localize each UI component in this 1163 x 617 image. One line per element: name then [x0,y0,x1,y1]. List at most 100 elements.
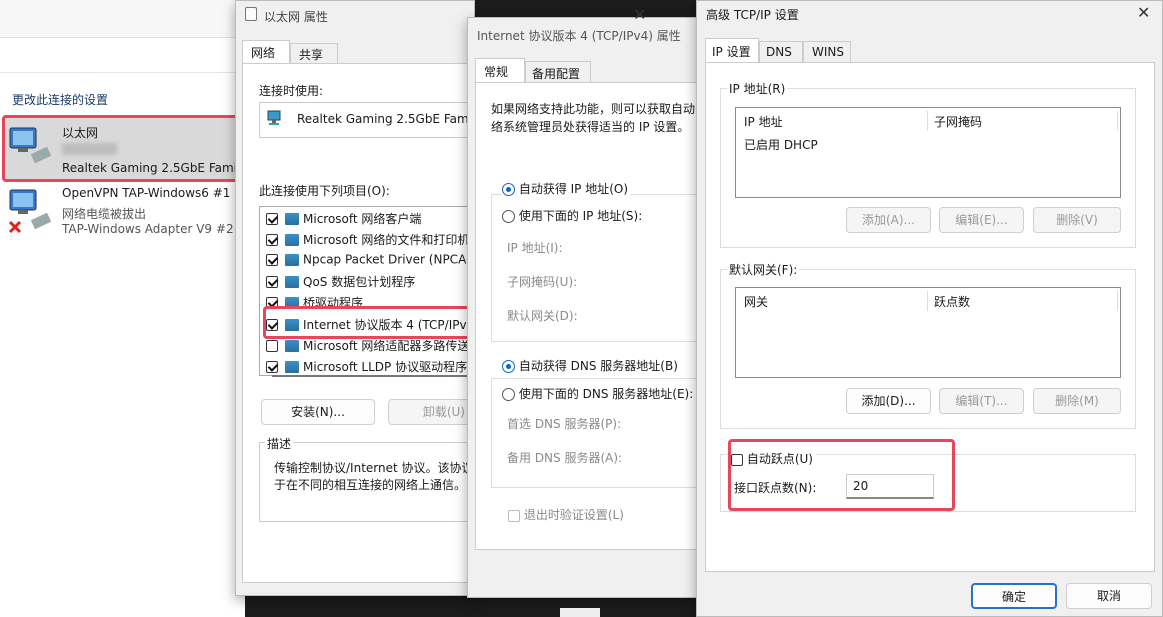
checkbox-icon[interactable] [266,360,278,373]
description-text: 于在不同的相互连接的网络上通信。 [274,478,467,492]
list-item-label: Npcap Packet Driver (NPCAP) [303,252,469,267]
dialog-title: 以太网 属性 [264,10,328,24]
auto-ip-radio[interactable]: 自动获得 IP 地址(O) [502,180,632,197]
auto-dns-radio[interactable]: 自动获得 DNS 服务器地址(B) [502,357,681,374]
uninstall-button[interactable]: 卸载(U) [388,399,476,425]
subnet-mask-label: 子网掩码(U): [507,275,578,289]
edit-ip-button[interactable]: 编辑(E)... [939,207,1024,233]
list-item[interactable]: Microsoft LLDP 协议驱动程序 [266,358,469,376]
gateway-group-title: 默认网关(F): [727,261,800,278]
checkbox-icon[interactable] [266,253,278,266]
list-item[interactable]: Microsoft 网络适配器多路传送 [266,337,469,355]
ok-button[interactable]: 确定 [971,583,1057,609]
column-header-metric[interactable]: 跃点数 [934,293,970,310]
network-component-icon [285,253,299,266]
connection-status-blurred [62,143,117,155]
taskbar-fragment [560,608,600,617]
alternate-dns-label: 备用 DNS 服务器(A): [507,451,623,465]
checkbox-icon [508,509,520,522]
connection-adapter: TAP-Windows Adapter V9 #2 [62,222,234,236]
checkbox-icon[interactable] [266,233,278,246]
add-gateway-button[interactable]: 添加(D)... [846,388,931,414]
tab-network[interactable]: 网络 [242,40,290,64]
radio-selected-icon [502,360,515,373]
column-divider [927,291,928,311]
description-text: 传输控制协议/Internet 协议。该协议 [274,461,474,475]
list-item-label: Microsoft 网络适配器多路传送 [303,339,469,353]
tab-ip-settings[interactable]: IP 设置 [705,38,759,63]
close-icon[interactable]: ✕ [1137,3,1150,22]
manual-ip-label: 使用下面的 IP 地址(S): [518,209,643,223]
edit-gateway-button[interactable]: 编辑(T)... [939,388,1024,414]
checkbox-icon[interactable] [266,275,278,288]
intro-text: 络系统管理员处获得适当的 IP 设置。 [491,120,690,134]
network-component-icon [285,339,299,352]
network-component-icon [285,275,299,288]
ethernet-properties-dialog: 以太网 属性 网络 共享 连接时使用: Realtek Gaming 2.5Gb… [235,0,476,596]
items-label: 此连接使用下列项目(O): [259,184,390,198]
adapter-icon [267,110,283,125]
toolbar-divider [0,72,245,73]
connection-status: 网络电缆被拔出 [62,207,147,221]
column-divider [927,111,928,131]
dialog-title: Internet 协议版本 4 (TCP/IPv4) 属性 [477,29,681,43]
checkbox-icon[interactable] [266,339,278,352]
install-button[interactable]: 安装(N)... [261,399,375,425]
manual-dns-radio[interactable]: 使用下面的 DNS 服务器地址(E): [502,385,697,402]
radio-icon [502,388,515,401]
network-component-icon [285,360,299,373]
cancel-button[interactable]: 取消 [1066,583,1152,609]
remove-gateway-button[interactable]: 删除(M) [1033,388,1121,414]
tab-dns[interactable]: DNS [759,41,803,63]
list-item-label: Microsoft 网络的文件和打印机 [303,233,469,247]
table-row[interactable]: 已启用 DHCP [744,136,818,153]
advanced-tcpip-dialog: 高级 TCP/IP 设置 ✕ IP 设置 DNS WINS IP 地址(R) I… [696,0,1163,617]
column-divider [1117,291,1118,311]
tab-sharing[interactable]: 共享 [290,43,338,64]
list-item[interactable]: Microsoft 网络客户端 [266,210,469,228]
manual-ip-radio[interactable]: 使用下面的 IP 地址(S): [502,207,646,224]
gateway-list[interactable] [735,287,1121,378]
intro-text: 如果网络支持此功能，则可以获取自动 [491,102,696,116]
connection-name: OpenVPN TAP-Windows6 #1 [62,186,231,200]
tab-wins[interactable]: WINS [803,41,851,63]
column-header-gateway[interactable]: 网关 [744,293,768,310]
list-item-label: Microsoft 网络客户端 [303,212,422,226]
close-icon[interactable]: ✕ [633,5,646,24]
ethernet-title-icon [245,7,257,21]
metric-highlight [728,439,955,511]
network-adapter-icon [8,124,54,168]
preferred-dns-label: 首选 DNS 服务器(P): [507,417,622,431]
connect-using-label: 连接时使用: [259,84,324,98]
tab-general[interactable]: 常规 [475,58,525,83]
toolbar-strip [0,0,245,38]
ip-address-label: IP 地址(I): [507,241,563,255]
ipv4-properties-dialog: Internet 协议版本 4 (TCP/IPv4) 属性 ✕ 常规 备用配置 … [467,17,704,598]
network-component-icon [285,233,299,246]
gateway-label: 默认网关(D): [507,309,578,323]
list-item-label: QoS 数据包计划程序 [303,275,416,289]
radio-selected-icon [502,183,515,196]
radio-icon [502,210,515,223]
list-item[interactable]: Microsoft 网络的文件和打印机 [266,231,469,249]
column-header-ip[interactable]: IP 地址 [744,113,783,130]
manual-dns-label: 使用下面的 DNS 服务器地址(E): [518,387,694,401]
network-connections-window: 更改此连接的设置 以太网 Realtek Gaming 2.5GbE Famil… [0,0,245,617]
add-ip-button[interactable]: 添加(A)... [846,207,931,233]
description-title: 描述 [265,435,294,452]
auto-dns-label: 自动获得 DNS 服务器地址(B) [518,359,678,373]
auto-ip-label: 自动获得 IP 地址(O) [518,182,629,196]
list-item-label: Microsoft LLDP 协议驱动程序 [303,360,468,374]
remove-ip-button[interactable]: 删除(V) [1033,207,1121,233]
list-item[interactable]: Npcap Packet Driver (NPCAP) [266,252,469,270]
vpn-adapter-icon [8,186,54,236]
ipv4-highlight [263,306,471,339]
checkbox-icon[interactable] [266,212,278,225]
tab-alternate[interactable]: 备用配置 [525,61,591,83]
column-header-mask[interactable]: 子网掩码 [934,113,982,130]
validate-checkbox[interactable]: 退出时验证设置(L) [508,506,624,523]
connection-name: 以太网 [62,126,99,140]
list-item[interactable]: QoS 数据包计划程序 [266,273,469,291]
dialog-title: 高级 TCP/IP 设置 [706,8,799,22]
change-settings-link[interactable]: 更改此连接的设置 [12,91,108,108]
